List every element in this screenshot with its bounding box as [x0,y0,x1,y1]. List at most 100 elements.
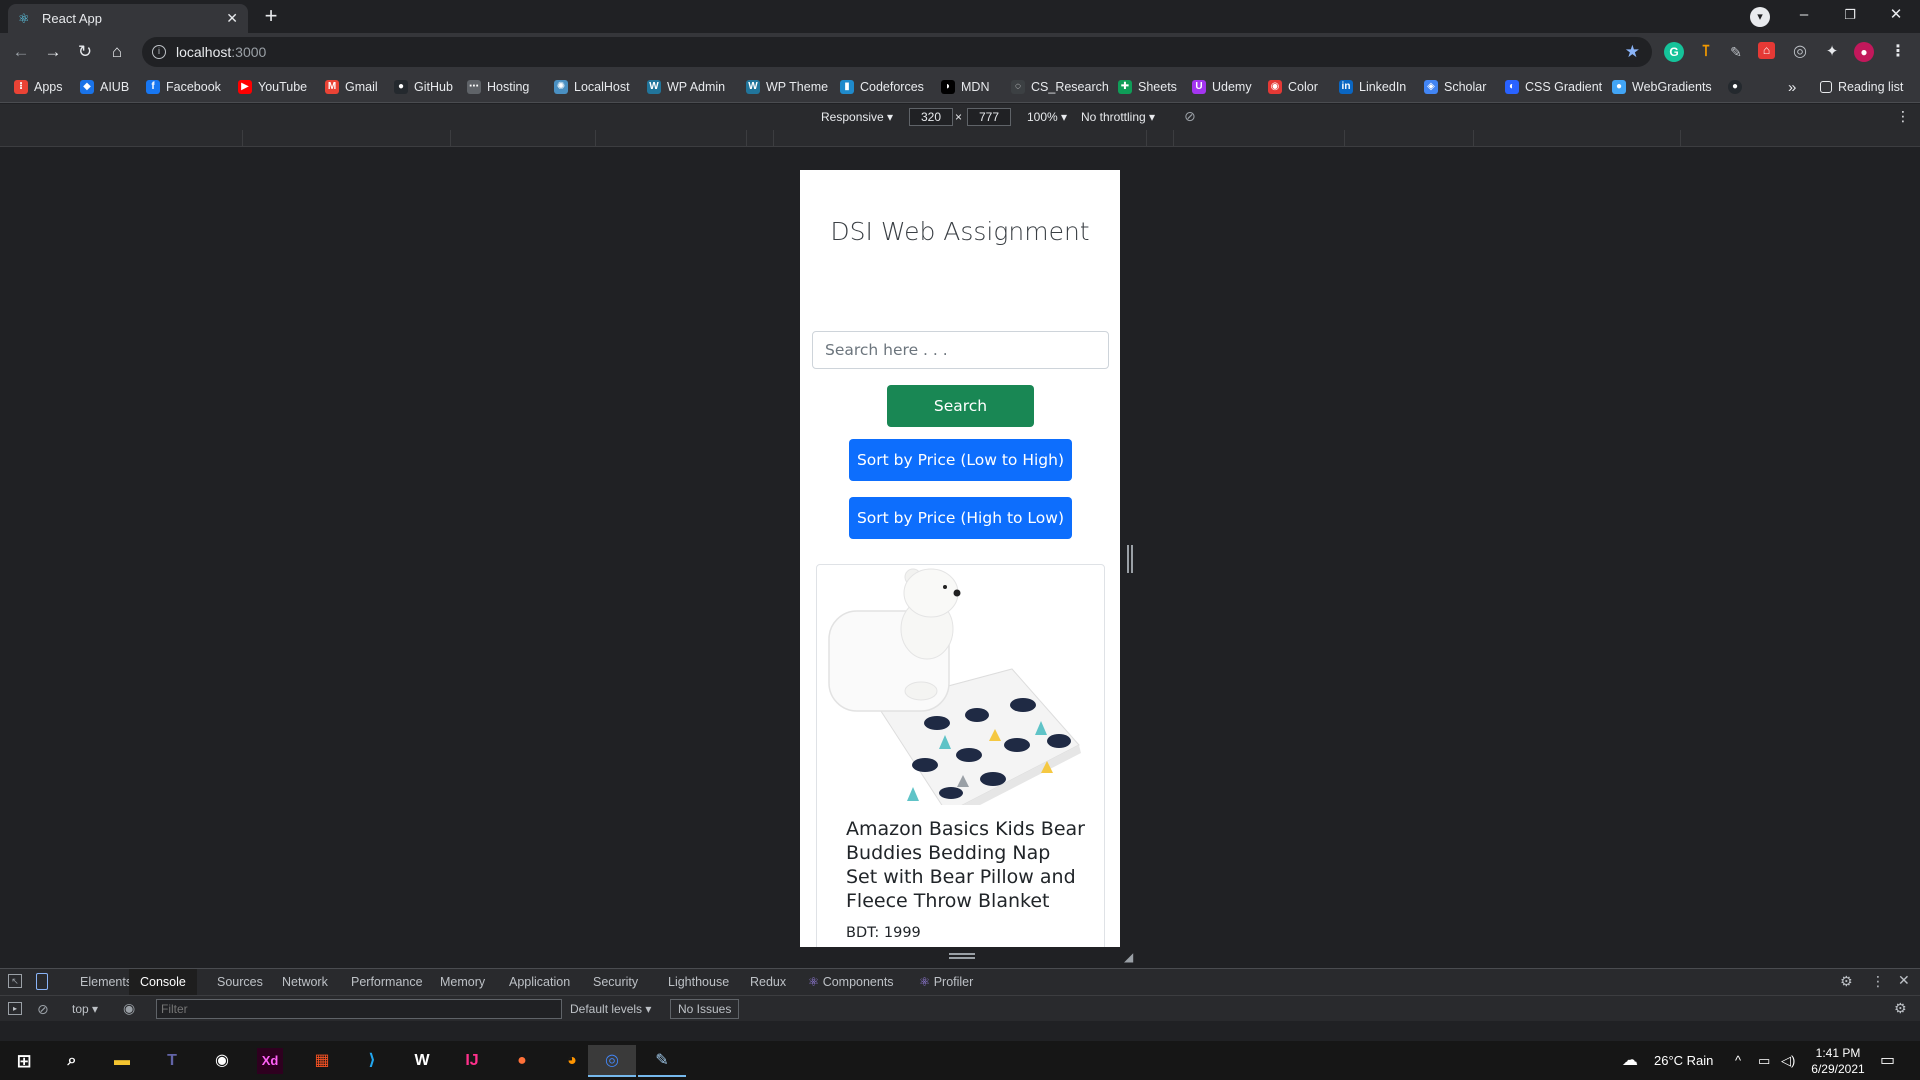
postman-icon[interactable]: ● [498,1045,546,1077]
notification-icon[interactable]: ▭ [1880,1041,1895,1080]
windows-start-icon[interactable]: ⊞ [0,1045,48,1077]
weather-icon[interactable]: ☁ [1622,1041,1638,1080]
bookmark-udemy[interactable]: U Udemy [1192,77,1252,97]
viewport-corner-handle[interactable]: ◢ [1124,950,1133,964]
teams-icon[interactable]: T [148,1045,196,1077]
bookmark-mdn[interactable]: ◗ MDN [941,77,989,97]
bookmark-color[interactable]: ◉ Color [1268,77,1318,97]
inspect-element-icon[interactable]: ↖ [8,974,22,988]
extension-pin-icon[interactable]: ⊺ [1696,42,1716,62]
viewport-height-input[interactable]: 777 [967,108,1011,126]
paint-icon[interactable]: ✎ [638,1045,686,1077]
devtools-tab-lighthouse[interactable]: Lighthouse [668,969,729,996]
chrome-icon[interactable]: ◎ [588,1045,636,1077]
app-green-icon[interactable]: ◉ [198,1045,246,1077]
console-output[interactable] [0,1021,1920,1041]
log-levels-dropdown[interactable]: Default levels ▾ [570,1002,651,1016]
reload-icon[interactable]: ↻ [72,39,98,65]
devtools-tab-network[interactable]: Network [282,969,328,996]
extension-target-icon[interactable]: ◎ [1790,42,1810,62]
vscode-icon[interactable]: ⟩ [348,1045,396,1077]
sort-low-to-high-button[interactable]: Sort by Price (Low to High) [849,439,1072,481]
weather-label[interactable]: 26°C Rain [1654,1041,1713,1080]
devtools-tab-console[interactable]: Console [129,969,197,996]
bookmark-localhost[interactable]: ✺ LocalHost [554,77,630,97]
bookmarks-overflow-button[interactable]: » [1788,77,1796,97]
live-expression-eye-icon[interactable]: ◉ [123,1000,135,1017]
tray-overflow-icon[interactable]: ^ [1735,1041,1741,1080]
home-icon[interactable]: ⌂ [104,39,130,65]
product-card[interactable]: Amazon Basics Kids Bear Buddies Bedding … [816,564,1105,947]
file-explorer-icon[interactable]: ▬ [98,1045,146,1077]
console-sidebar-icon[interactable]: ▸ [8,1002,22,1015]
bookmark-github[interactable]: ● GitHub [394,77,453,97]
devtools-tab-sources[interactable]: Sources [217,969,263,996]
devtools-tab-components[interactable]: ⚛ Components [808,969,894,996]
devtools-settings-icon[interactable]: ⚙ [1840,973,1853,990]
devtools-tab-elements[interactable]: Elements [80,969,132,996]
bookmark-sheets[interactable]: ✚ Sheets [1118,77,1177,97]
grammarly-icon[interactable]: G [1664,42,1684,62]
profile-avatar[interactable]: ● [1854,42,1874,62]
devtools-menu-icon[interactable]: ⋮ [1871,973,1885,990]
adobe-xd-icon[interactable]: Xd [257,1048,283,1074]
bookmark-github-icon[interactable]: ● [1728,77,1748,97]
device-mode-dropdown[interactable]: Responsive ▾ [821,110,893,124]
devtools-tab-memory[interactable]: Memory [440,969,485,996]
bookmark-aiub[interactable]: ◆ AIUB [80,77,129,97]
media-query-segment[interactable] [746,130,747,147]
intellij-icon[interactable]: IJ [448,1045,496,1077]
console-settings-icon[interactable]: ⚙ [1894,1000,1907,1017]
media-query-segment[interactable] [773,130,774,147]
sort-high-to-low-button[interactable]: Sort by Price (High to Low) [849,497,1072,539]
issues-counter[interactable]: No Issues [670,999,740,1019]
bookmark-css-gradient[interactable]: ◐ CSS Gradient [1505,77,1602,97]
extension-red-icon[interactable]: ⌂ [1758,42,1775,59]
context-selector[interactable]: top ▾ [72,1002,98,1016]
throttling-dropdown[interactable]: No throttling ▾ [1081,110,1155,124]
media-query-segment[interactable] [1344,130,1345,147]
back-icon[interactable]: ← [8,39,34,65]
viewport-width-input[interactable]: 320 [909,108,953,126]
search-icon[interactable]: ⌕ [48,1045,96,1077]
extensions-puzzle-icon[interactable]: ✦ [1822,42,1842,62]
network-icon[interactable]: ▭ [1758,1041,1770,1080]
media-query-segment[interactable] [1146,130,1147,147]
clear-console-icon[interactable]: ⊘ [37,1001,49,1018]
bookmark-apps[interactable]: ⁝ Apps [14,77,63,97]
search-button[interactable]: Search [887,385,1034,427]
bookmark-star-icon[interactable]: ★ [1625,42,1640,62]
volume-icon[interactable]: ◁) [1781,1041,1795,1080]
bookmark-facebook[interactable]: f Facebook [146,77,221,97]
bookmark-scholar[interactable]: ◈ Scholar [1424,77,1486,97]
color-picker-icon[interactable]: ✎ [1726,42,1746,62]
devtools-tab-application[interactable]: Application [509,969,570,996]
restore-button[interactable]: ❐ [1827,4,1873,28]
media-query-segment[interactable] [450,130,451,147]
new-tab-button[interactable]: + [258,4,284,30]
media-query-segment[interactable] [1173,130,1174,147]
bookmark-hosting[interactable]: ⋯ Hosting [467,77,529,97]
search-input[interactable] [812,331,1109,369]
media-query-segment[interactable] [1680,130,1681,147]
bookmark-wp-theme[interactable]: W WP Theme [746,77,828,97]
devtools-close-icon[interactable]: ✕ [1898,972,1910,989]
bookmark-webgradients[interactable]: ● WebGradients [1612,77,1712,97]
wordpress-icon[interactable]: W [398,1045,446,1077]
viewport-resize-handle[interactable] [1127,545,1133,573]
bookmark-gmail[interactable]: M Gmail [325,77,378,97]
zoom-dropdown[interactable]: 100% ▾ [1027,110,1067,124]
device-toolbar-menu-icon[interactable]: ⋮ [1896,108,1910,125]
devtools-tab-redux[interactable]: Redux [750,969,786,996]
bookmark-youtube[interactable]: ▶ YouTube [238,77,307,97]
rotate-icon[interactable]: ⊘ [1184,108,1196,125]
address-bar[interactable]: i localhost:3000 ★ [142,37,1652,67]
app-tiles-icon[interactable]: ▦ [298,1045,346,1077]
console-filter-input[interactable] [156,999,562,1019]
devtools-tab-security[interactable]: Security [593,969,638,996]
forward-icon[interactable]: → [40,39,66,65]
viewport-height-handle[interactable] [949,953,975,959]
media-query-segment[interactable] [595,130,596,147]
bookmark-cs-research[interactable]: ◌ CS_Research [1011,77,1109,97]
bookmark-linkedin[interactable]: in LinkedIn [1339,77,1406,97]
